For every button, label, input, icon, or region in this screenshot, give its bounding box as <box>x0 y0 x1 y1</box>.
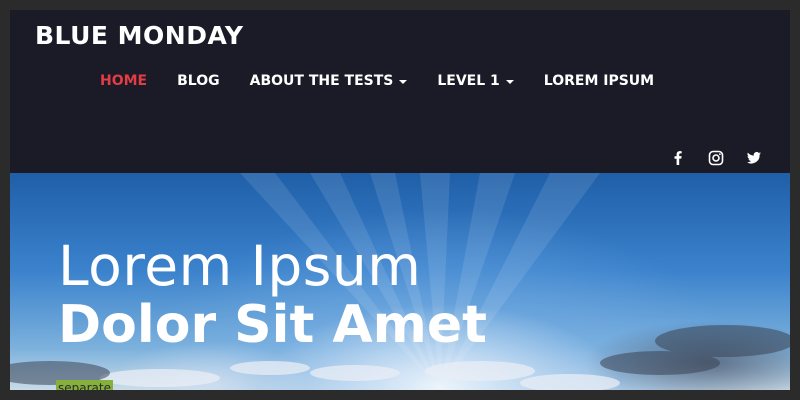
facebook-icon[interactable] <box>670 150 686 166</box>
separate-tag: separate <box>56 380 113 390</box>
instagram-icon[interactable] <box>708 150 724 166</box>
nav-item-lorem-ipsum[interactable]: LOREM IPSUM <box>544 73 654 89</box>
hero-banner: Lorem Ipsum Dolor Sit Amet separate <box>10 173 790 390</box>
nav-item-home[interactable]: HOME <box>100 73 147 89</box>
social-links <box>670 150 762 166</box>
page-frame: BLUE MONDAY HOME BLOG ABOUT THE TESTS LE… <box>10 10 790 390</box>
nav-item-label: LEVEL 1 <box>437 73 500 89</box>
nav-item-about-the-tests[interactable]: ABOUT THE TESTS <box>250 73 408 89</box>
nav-item-label: HOME <box>100 73 148 89</box>
nav-item-level-1[interactable]: LEVEL 1 <box>437 73 514 89</box>
nav-item-label: LOREM IPSUM <box>543 73 655 89</box>
chevron-down-icon <box>505 80 514 84</box>
nav-item-label: BLOG <box>177 73 220 89</box>
chevron-down-icon <box>399 80 408 84</box>
hero-heading-line2: Dolor Sit Amet <box>58 295 487 355</box>
site-title[interactable]: BLUE MONDAY <box>35 21 244 50</box>
nav-item-label: ABOUT THE TESTS <box>249 73 394 89</box>
nav-item-blog[interactable]: BLOG <box>177 73 220 89</box>
hero-heading-line1: Lorem Ipsum <box>58 234 422 298</box>
main-navigation: HOME BLOG ABOUT THE TESTS LEVEL 1 LOREM … <box>100 73 654 89</box>
site-header: BLUE MONDAY HOME BLOG ABOUT THE TESTS LE… <box>10 10 790 173</box>
twitter-icon[interactable] <box>746 150 762 166</box>
